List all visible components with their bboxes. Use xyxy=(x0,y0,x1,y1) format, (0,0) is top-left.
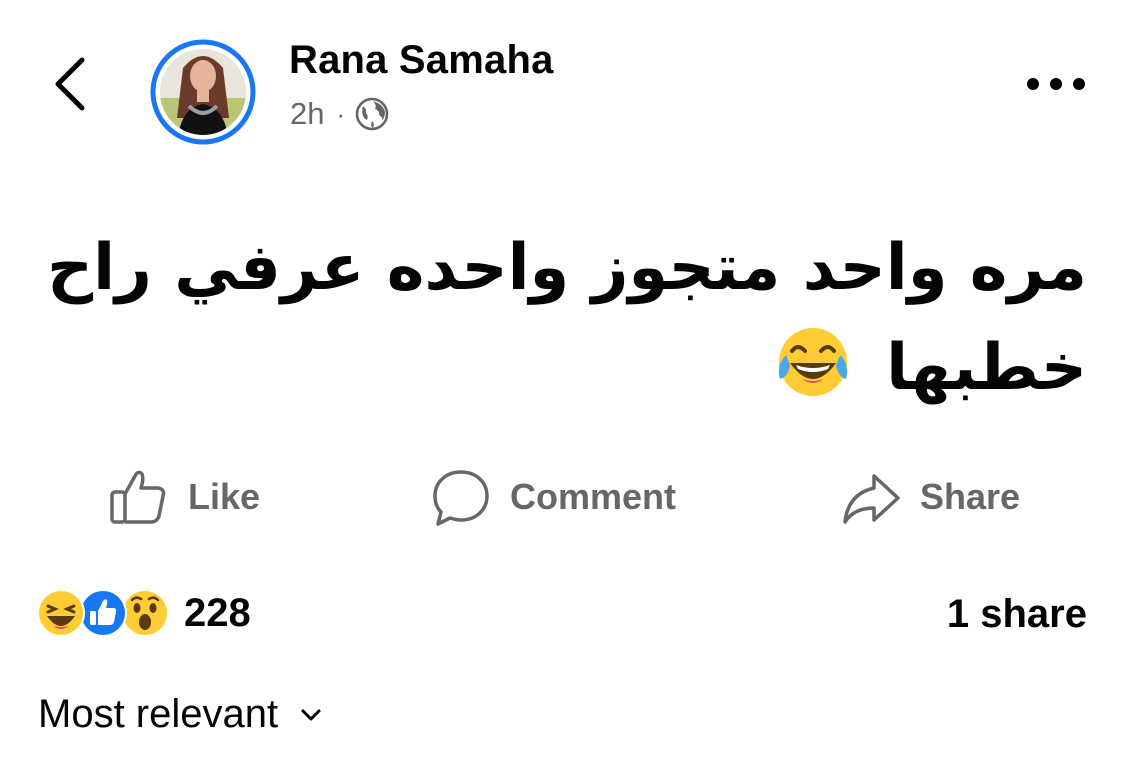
like-button[interactable]: Like xyxy=(108,462,260,532)
reaction-count: 228 xyxy=(184,590,251,635)
share-count[interactable]: 1 share xyxy=(947,592,1087,637)
comment-button[interactable]: Comment xyxy=(430,462,676,532)
reactions-summary[interactable]: 228 xyxy=(36,588,251,638)
comment-sort-dropdown[interactable]: Most relevant xyxy=(38,692,322,737)
globe-icon[interactable] xyxy=(355,97,389,131)
chevron-down-icon xyxy=(301,709,321,720)
more-options-button[interactable] xyxy=(1027,72,1085,96)
share-arrow-icon xyxy=(843,474,900,524)
more-dot xyxy=(1050,78,1062,90)
post-meta: 2h · xyxy=(290,96,389,132)
haha-reaction-icon xyxy=(37,589,85,637)
post-text: مره واحد متجوز واحده عرفي راح خطبها xyxy=(37,218,1087,418)
back-button[interactable] xyxy=(48,52,92,116)
author-avatar[interactable] xyxy=(143,38,263,146)
post-time[interactable]: 2h xyxy=(290,96,324,132)
like-label: Like xyxy=(188,476,261,517)
chevron-left-icon xyxy=(55,57,85,111)
author-name[interactable]: Rana Samaha xyxy=(289,38,554,83)
comment-bubble-icon xyxy=(433,470,489,526)
comment-label: Comment xyxy=(510,476,677,517)
thumbs-up-icon xyxy=(110,470,166,524)
post-text-content: مره واحد متجوز واحده عرفي راح خطبها xyxy=(47,231,1087,405)
share-button[interactable]: Share xyxy=(840,462,1020,532)
more-dot xyxy=(1027,78,1039,90)
meta-separator: · xyxy=(336,98,346,129)
post-action-bar: Like Comment Share xyxy=(0,462,1125,532)
share-label: Share xyxy=(920,476,1021,517)
more-dot xyxy=(1073,78,1085,90)
comment-sort-label: Most relevant xyxy=(38,692,279,736)
face-with-tears-of-joy-icon xyxy=(778,328,847,396)
